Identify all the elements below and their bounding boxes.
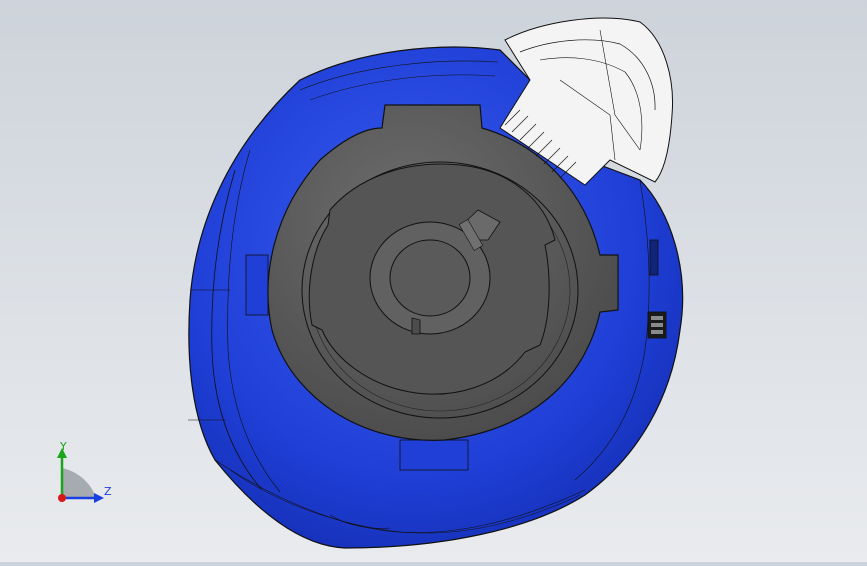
hub-notch	[411, 317, 421, 335]
z-axis-label: Z	[104, 485, 112, 498]
graphics-viewport[interactable]: Y Z	[0, 0, 867, 562]
bottom-tab	[399, 439, 469, 471]
z-axis-arrow	[94, 493, 104, 503]
port-pin	[651, 316, 663, 320]
port-pin	[651, 330, 663, 334]
port-pin	[651, 323, 663, 327]
y-axis-label: Y	[60, 440, 67, 453]
left-tab	[245, 254, 269, 316]
model-view[interactable]	[0, 0, 867, 562]
view-orientation-triad[interactable]: Y Z	[40, 440, 120, 510]
triad-graphic	[57, 448, 104, 503]
connector-slot	[649, 239, 659, 276]
triad-plane	[62, 468, 96, 498]
hub-inner	[389, 239, 471, 317]
x-axis-origin	[58, 494, 66, 502]
